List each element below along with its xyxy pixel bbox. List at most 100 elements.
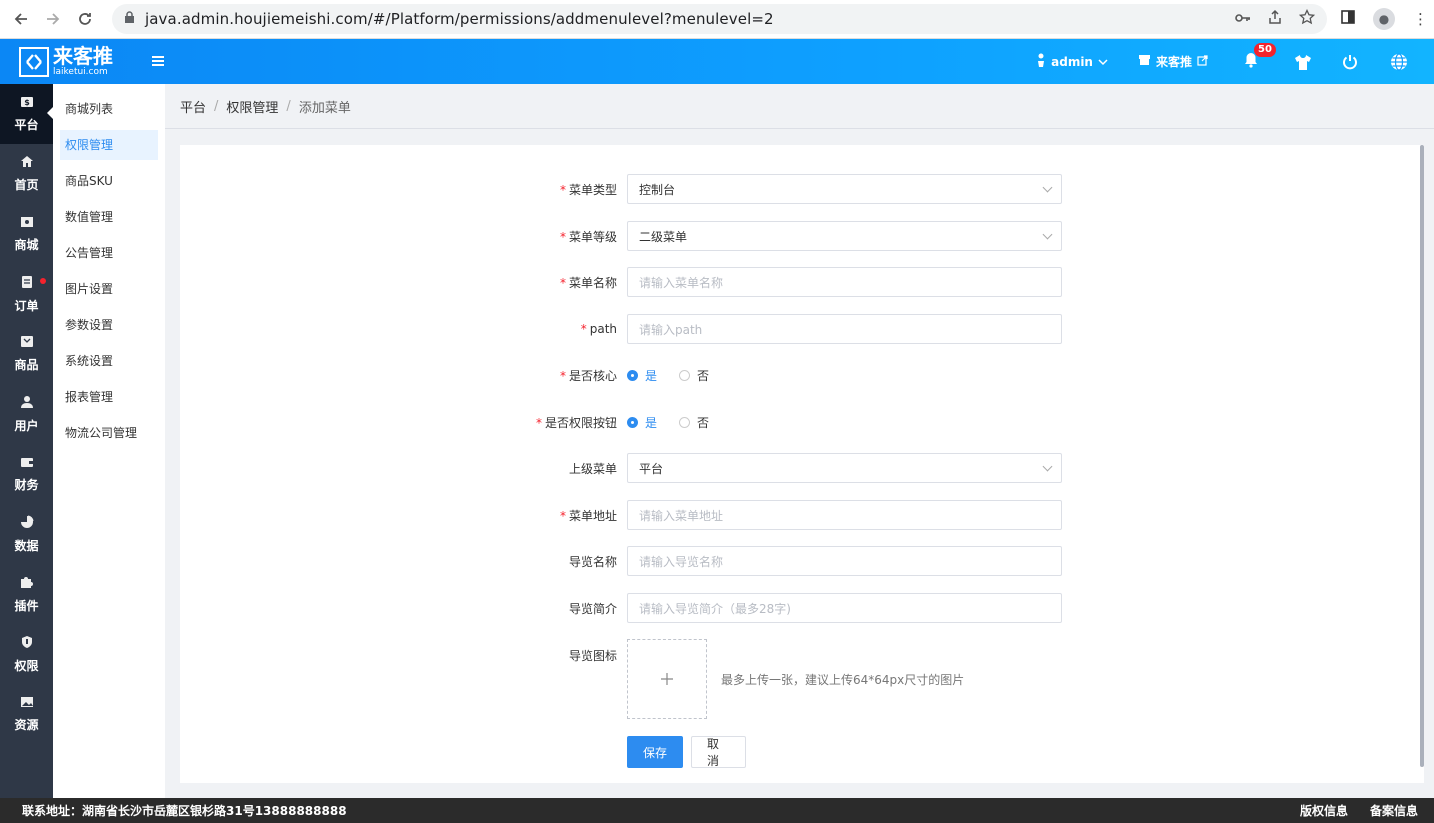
user-menu[interactable]: admin: [1036, 52, 1108, 71]
notifications[interactable]: 50: [1244, 43, 1276, 71]
globe-icon[interactable]: [1390, 52, 1408, 71]
sidebar-item-platform[interactable]: $ 平台: [0, 84, 54, 144]
sidebar-item-label: 平台: [14, 117, 39, 132]
pie-chart-icon: [20, 515, 34, 533]
sidebar-item-user[interactable]: 用户: [0, 384, 53, 444]
menu-address-row: * 菜单地址 请输入菜单地址: [180, 500, 1424, 530]
sidebar-item-label: 用户: [14, 418, 39, 433]
sidebar-item-label: 资源: [14, 717, 39, 732]
store-name: 来客推: [1155, 55, 1192, 69]
menu-type-row: * 菜单类型 控制台: [180, 174, 1424, 204]
logo-mark-icon: [19, 46, 49, 77]
is-core-yes-radio[interactable]: 是: [627, 367, 657, 384]
tshirt-icon[interactable]: [1294, 54, 1312, 70]
upload-box[interactable]: [627, 639, 707, 719]
sidebar-item-permission[interactable]: 权限: [0, 624, 53, 684]
sub-item-permission-management[interactable]: 权限管理: [60, 130, 158, 160]
key-icon[interactable]: [1235, 11, 1251, 27]
mall-icon: [20, 216, 34, 232]
browser-toolbar: java.admin.houjiemeishi.com/#/Platform/p…: [0, 0, 1434, 39]
guide-name-input[interactable]: 请输入导览名称: [627, 546, 1062, 576]
path-label: path: [589, 322, 617, 336]
radio-label: 否: [697, 415, 710, 430]
profile-avatar-icon[interactable]: ●: [1373, 8, 1395, 30]
chevron-down-icon: [1098, 55, 1108, 69]
svg-text:$: $: [24, 98, 30, 107]
breadcrumb-platform[interactable]: 平台: [180, 97, 206, 116]
share-icon[interactable]: [1267, 9, 1283, 29]
shield-icon: [21, 635, 33, 653]
sidebar-item-label: 权限: [14, 658, 39, 673]
guide-intro-input[interactable]: 请输入导览简介（最多28字): [627, 593, 1062, 623]
url-text: java.admin.houjiemeishi.com/#/Platform/p…: [145, 10, 774, 28]
menu-name-input[interactable]: 请输入菜单名称: [627, 267, 1062, 297]
form-actions: 保存 取消: [180, 736, 1424, 768]
sub-item-image-settings[interactable]: 图片设置: [60, 274, 158, 304]
is-permission-button-row: * 是否权限按钮 是 否: [535, 414, 710, 431]
wallet-icon: [20, 456, 34, 472]
menu-toggle-icon[interactable]: [151, 52, 165, 71]
back-arrow-icon[interactable]: [10, 8, 32, 30]
user-icon: [20, 395, 34, 413]
sub-item-logistics-management[interactable]: 物流公司管理: [60, 418, 158, 448]
breadcrumb-permission[interactable]: 权限管理: [226, 97, 278, 116]
sub-item-notice-management[interactable]: 公告管理: [60, 238, 158, 268]
main-sidebar: $ 平台 首页 商城 订单 商品 用户 财务 数据 插件 权限 资源: [0, 84, 54, 798]
parent-menu-select[interactable]: 平台: [627, 453, 1062, 483]
sidebar-item-plugin[interactable]: 插件: [0, 564, 53, 624]
sub-item-parameter-settings[interactable]: 参数设置: [60, 310, 158, 340]
forward-arrow-icon[interactable]: [42, 8, 64, 30]
radio-label: 是: [645, 368, 658, 383]
store-icon: [1138, 54, 1151, 69]
sidebar-item-mall[interactable]: 商城: [0, 204, 53, 264]
radio-checked-icon: [627, 416, 638, 428]
menu-name-row: * 菜单名称 请输入菜单名称: [180, 267, 1424, 297]
copyright-link[interactable]: 版权信息: [1300, 802, 1348, 819]
menu-address-input[interactable]: 请输入菜单地址: [627, 500, 1062, 530]
menu-type-select[interactable]: 控制台: [627, 174, 1062, 204]
parent-menu-row: 上级菜单 平台: [180, 453, 1424, 483]
is-permission-button-label: 是否权限按钮: [544, 415, 617, 430]
sub-item-system-settings[interactable]: 系统设置: [60, 346, 158, 376]
sub-item-value-management[interactable]: 数值管理: [60, 202, 158, 232]
sidebar-item-label: 订单: [14, 298, 39, 313]
menu-level-select[interactable]: 二级菜单: [627, 221, 1062, 251]
side-panel-icon[interactable]: [1341, 10, 1355, 28]
sidebar-item-finance[interactable]: 财务: [0, 444, 53, 504]
add-menu-form: * 菜单类型 控制台 * 菜单等级 二级菜单 * 菜单名称 请输入菜单名称 * path…: [180, 145, 1424, 783]
is-permission-button-yes-radio[interactable]: 是: [627, 414, 657, 431]
logo[interactable]: 来客推 laiketui.com: [19, 46, 113, 77]
sidebar-item-home[interactable]: 首页: [0, 144, 53, 204]
user-name: admin: [1051, 54, 1093, 69]
guide-intro-row: 导览简介 请输入导览简介（最多28字): [180, 593, 1424, 623]
sidebar-item-order[interactable]: 订单: [0, 264, 53, 324]
save-button[interactable]: 保存: [627, 736, 683, 768]
path-row: * path 请输入path: [180, 314, 1424, 344]
sidebar-item-data[interactable]: 数据: [0, 504, 53, 564]
sidebar-item-goods[interactable]: 商品: [0, 324, 53, 384]
store-link[interactable]: 来客推: [1138, 53, 1208, 70]
menu-type-label: 菜单类型: [568, 182, 617, 197]
power-icon[interactable]: [1342, 54, 1358, 70]
is-permission-button-no-radio[interactable]: 否: [679, 414, 709, 431]
sub-item-mall-list[interactable]: 商城列表: [60, 94, 158, 124]
reload-icon[interactable]: [74, 8, 96, 30]
notification-badge: 50: [1254, 43, 1276, 57]
sub-item-goods-sku[interactable]: 商品SKU: [60, 166, 158, 196]
sidebar-item-resource[interactable]: 资源: [0, 684, 53, 744]
sub-item-report-management[interactable]: 报表管理: [60, 382, 158, 412]
is-core-no-radio[interactable]: 否: [679, 367, 709, 384]
radio-unchecked-icon: [679, 369, 691, 381]
menu-level-value: 二级菜单: [639, 229, 688, 244]
guide-intro-label: 导览简介: [568, 601, 617, 616]
radio-checked-icon: [627, 369, 638, 381]
menu-level-row: * 菜单等级 二级菜单: [180, 221, 1424, 251]
unread-dot: [40, 278, 46, 284]
address-bar[interactable]: java.admin.houjiemeishi.com/#/Platform/p…: [112, 4, 1327, 34]
parent-menu-value: 平台: [639, 461, 664, 476]
path-input[interactable]: 请输入path: [627, 314, 1062, 344]
bookmark-star-icon[interactable]: [1298, 8, 1316, 29]
icp-link[interactable]: 备案信息: [1370, 802, 1418, 819]
cancel-button[interactable]: 取消: [691, 736, 746, 768]
more-menu-icon[interactable]: ⋮: [1413, 10, 1428, 28]
